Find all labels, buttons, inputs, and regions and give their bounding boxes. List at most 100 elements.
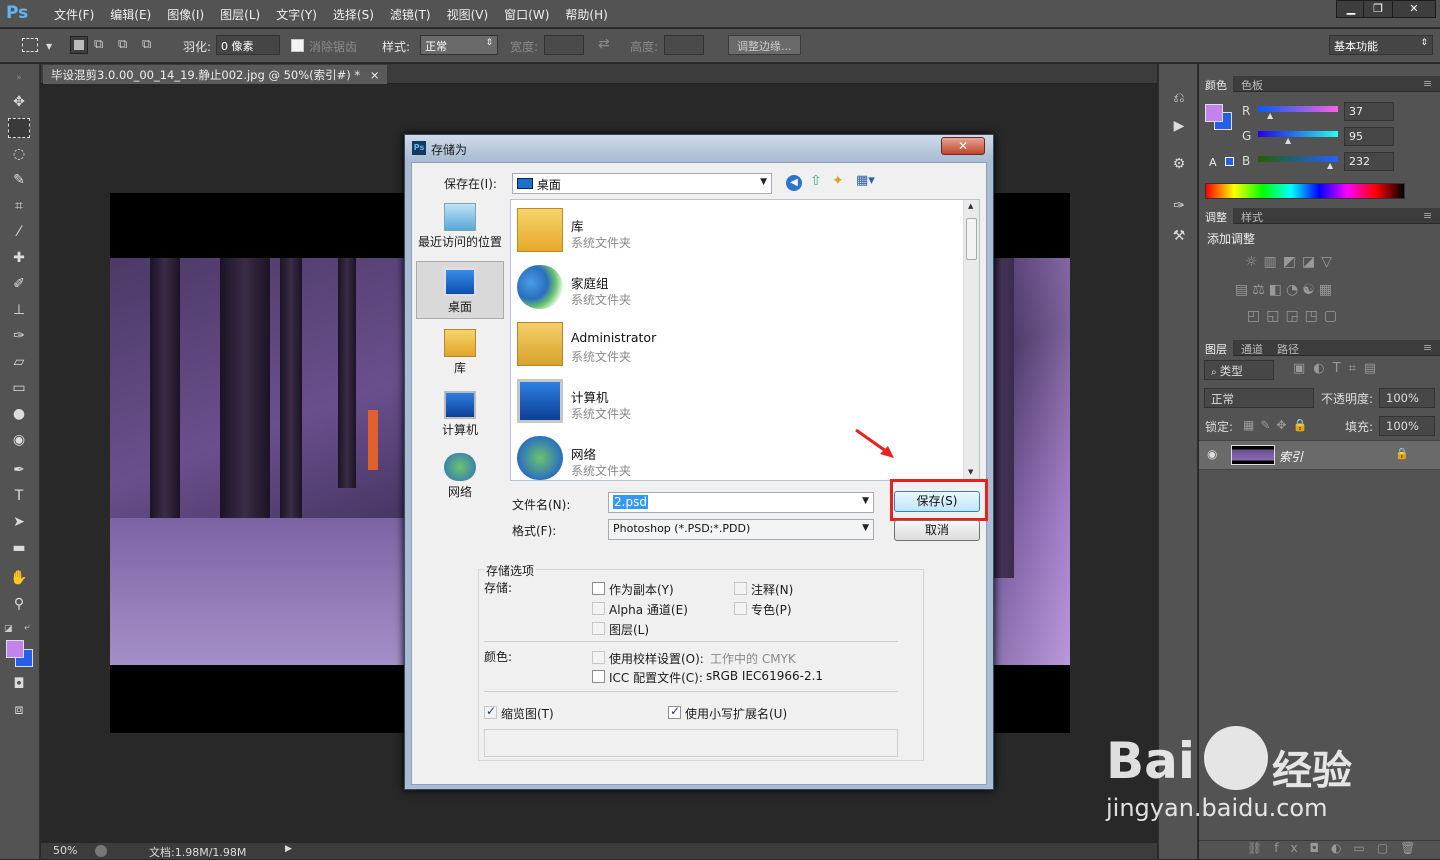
list-item[interactable]: Administrator 系统文件夹 xyxy=(517,316,957,372)
view-menu-icon[interactable]: ▦▾ xyxy=(856,173,875,188)
panel-menu-icon[interactable]: ≡ xyxy=(1417,76,1438,92)
scroll-up-icon[interactable]: ▲ xyxy=(968,202,973,210)
brush-tool-icon[interactable]: ✐ xyxy=(8,274,30,294)
icc-checkbox[interactable] xyxy=(592,670,605,683)
gradient-tool-icon[interactable]: ▭ xyxy=(8,378,30,398)
tab-adjustments[interactable]: 调整 xyxy=(1199,208,1233,224)
adjustment-icons-row3[interactable]: ◰◱◲◳▢ xyxy=(1247,308,1343,324)
eye-icon[interactable]: ◉ xyxy=(1207,447,1217,461)
zoom-level[interactable]: 50% xyxy=(53,844,77,857)
g-slider-thumb[interactable]: ▲ xyxy=(1285,136,1291,145)
up-folder-icon[interactable]: ⇧ xyxy=(810,173,822,189)
hand-tool-icon[interactable]: ✋ xyxy=(8,568,30,588)
minimize-button[interactable]: ▁ xyxy=(1336,0,1366,18)
place-library[interactable]: 库 xyxy=(416,323,504,383)
add-selection-icon[interactable]: ⧉ xyxy=(94,37,110,53)
opacity-input[interactable]: 100% xyxy=(1379,388,1435,408)
tab-swatches[interactable]: 色板 xyxy=(1235,76,1269,92)
b-value[interactable]: 232 xyxy=(1344,152,1394,171)
b-slider-thumb[interactable]: ▲ xyxy=(1327,161,1333,170)
layer-filter-icons[interactable]: ▣◐T⌗▤ xyxy=(1293,361,1384,376)
width-input[interactable] xyxy=(544,35,584,55)
list-item[interactable]: 家庭组 系统文件夹 xyxy=(517,259,957,315)
layer-row[interactable]: ◉ 索引 🔒 xyxy=(1199,440,1440,470)
g-slider[interactable] xyxy=(1258,131,1338,137)
stamp-tool-icon[interactable]: ⊥ xyxy=(8,300,30,320)
save-in-select[interactable]: 桌面 ▼ xyxy=(512,173,772,194)
alpha-checkbox[interactable] xyxy=(592,602,605,615)
quick-mask-icon[interactable]: ◘ xyxy=(8,674,30,694)
b-slider[interactable] xyxy=(1258,156,1338,162)
blur-tool-icon[interactable]: ● xyxy=(8,404,30,424)
crop-tool-icon[interactable]: ⌗ xyxy=(8,196,30,216)
menu-window[interactable]: 窗口(W) xyxy=(496,6,557,23)
subtract-selection-icon[interactable]: ⧉ xyxy=(118,37,134,53)
menu-select[interactable]: 选择(S) xyxy=(325,6,382,23)
history-brush-tool-icon[interactable]: ✑ xyxy=(8,326,30,346)
adjustment-icons-row2[interactable]: ▤⚖◧◔☯▦ xyxy=(1235,282,1336,298)
scroll-down-icon[interactable]: ▼ xyxy=(968,468,973,476)
menu-type[interactable]: 文字(Y) xyxy=(268,6,325,23)
layer-filter-select[interactable]: ⌕ 类型 xyxy=(1204,360,1274,380)
place-computer[interactable]: 计算机 xyxy=(416,385,504,445)
new-folder-icon[interactable]: ✦ xyxy=(832,173,844,189)
restore-button[interactable]: ❐ xyxy=(1363,0,1393,18)
tab-layers[interactable]: 图层 xyxy=(1199,340,1233,356)
menu-layer[interactable]: 图层(L) xyxy=(212,6,268,23)
save-button[interactable]: 保存(S) xyxy=(894,491,980,512)
lowercase-checkbox[interactable] xyxy=(668,704,681,719)
dodge-tool-icon[interactable]: ◉ xyxy=(8,430,30,450)
spot-checkbox[interactable] xyxy=(734,602,747,615)
place-desktop[interactable]: 桌面 xyxy=(416,261,504,319)
move-tool-icon[interactable]: ✥ xyxy=(8,92,30,112)
marquee-tool-preset-icon[interactable] xyxy=(22,38,38,52)
tab-styles[interactable]: 样式 xyxy=(1235,208,1269,224)
new-selection-icon[interactable] xyxy=(70,36,88,54)
place-network[interactable]: 网络 xyxy=(416,447,504,507)
eyedropper-tool-icon[interactable]: ⁄ xyxy=(8,222,30,242)
path-select-tool-icon[interactable]: ➤ xyxy=(8,512,30,532)
intersect-selection-icon[interactable]: ⧉ xyxy=(142,37,158,53)
tab-color[interactable]: 颜色 xyxy=(1199,76,1233,92)
as-copy-checkbox[interactable] xyxy=(592,582,605,595)
status-info-icon[interactable] xyxy=(95,845,107,857)
actions-panel-icon[interactable]: ▶ xyxy=(1168,116,1190,136)
height-input[interactable] xyxy=(664,35,704,55)
color-spectrum-bar[interactable] xyxy=(1205,183,1405,199)
menu-help[interactable]: 帮助(H) xyxy=(557,6,615,23)
feather-input[interactable]: 0 像素 xyxy=(216,35,280,55)
lasso-tool-icon[interactable]: ◌ xyxy=(8,144,30,164)
fill-input[interactable]: 100% xyxy=(1379,416,1435,436)
chevron-down-icon[interactable]: ▼ xyxy=(46,42,52,51)
zoom-tool-icon[interactable]: ⚲ xyxy=(8,594,30,614)
proof-checkbox[interactable] xyxy=(592,651,605,664)
collapse-arrows-icon[interactable]: » xyxy=(8,68,30,88)
healing-brush-tool-icon[interactable]: ✚ xyxy=(8,248,30,268)
r-value[interactable]: 37 xyxy=(1344,102,1394,121)
type-tool-icon[interactable]: T xyxy=(8,486,30,506)
adjustment-icons-row1[interactable]: ☼▥◩◪▽ xyxy=(1245,254,1338,270)
shape-tool-icon[interactable]: ▬ xyxy=(8,538,30,558)
screen-mode-icon[interactable]: ⧈ xyxy=(8,700,30,720)
thumbnail-checkbox[interactable] xyxy=(484,704,497,719)
antialias-checkbox[interactable] xyxy=(291,39,304,52)
menu-file[interactable]: 文件(F) xyxy=(46,6,102,23)
notes-checkbox[interactable] xyxy=(734,582,747,595)
menu-edit[interactable]: 编辑(E) xyxy=(102,6,159,23)
tab-channels[interactable]: 通道 xyxy=(1235,340,1269,356)
swap-icon[interactable]: ⇄ xyxy=(598,36,610,52)
lock-icons[interactable]: ▦✎✥🔒 xyxy=(1243,418,1313,432)
out-of-gamut-warning-icon[interactable]: A xyxy=(1209,156,1217,169)
menu-image[interactable]: 图像(I) xyxy=(159,6,212,23)
menu-view[interactable]: 视图(V) xyxy=(439,6,497,23)
history-panel-icon[interactable]: ⎌ xyxy=(1168,88,1190,108)
g-value[interactable]: 95 xyxy=(1344,127,1394,146)
web-safe-swatch[interactable] xyxy=(1225,157,1234,166)
list-item[interactable]: 计算机 系统文件夹 xyxy=(517,373,957,429)
status-menu-arrow-icon[interactable]: ▶ xyxy=(285,844,292,854)
panel-menu-icon[interactable]: ≡ xyxy=(1417,340,1438,356)
foreground-color-swatch[interactable] xyxy=(6,640,24,658)
workspace-select[interactable]: 基本功能 ⇕ xyxy=(1329,35,1433,55)
brush-panel-icon[interactable]: ✑ xyxy=(1168,196,1190,216)
dialog-close-button[interactable]: ✕ xyxy=(941,137,985,155)
